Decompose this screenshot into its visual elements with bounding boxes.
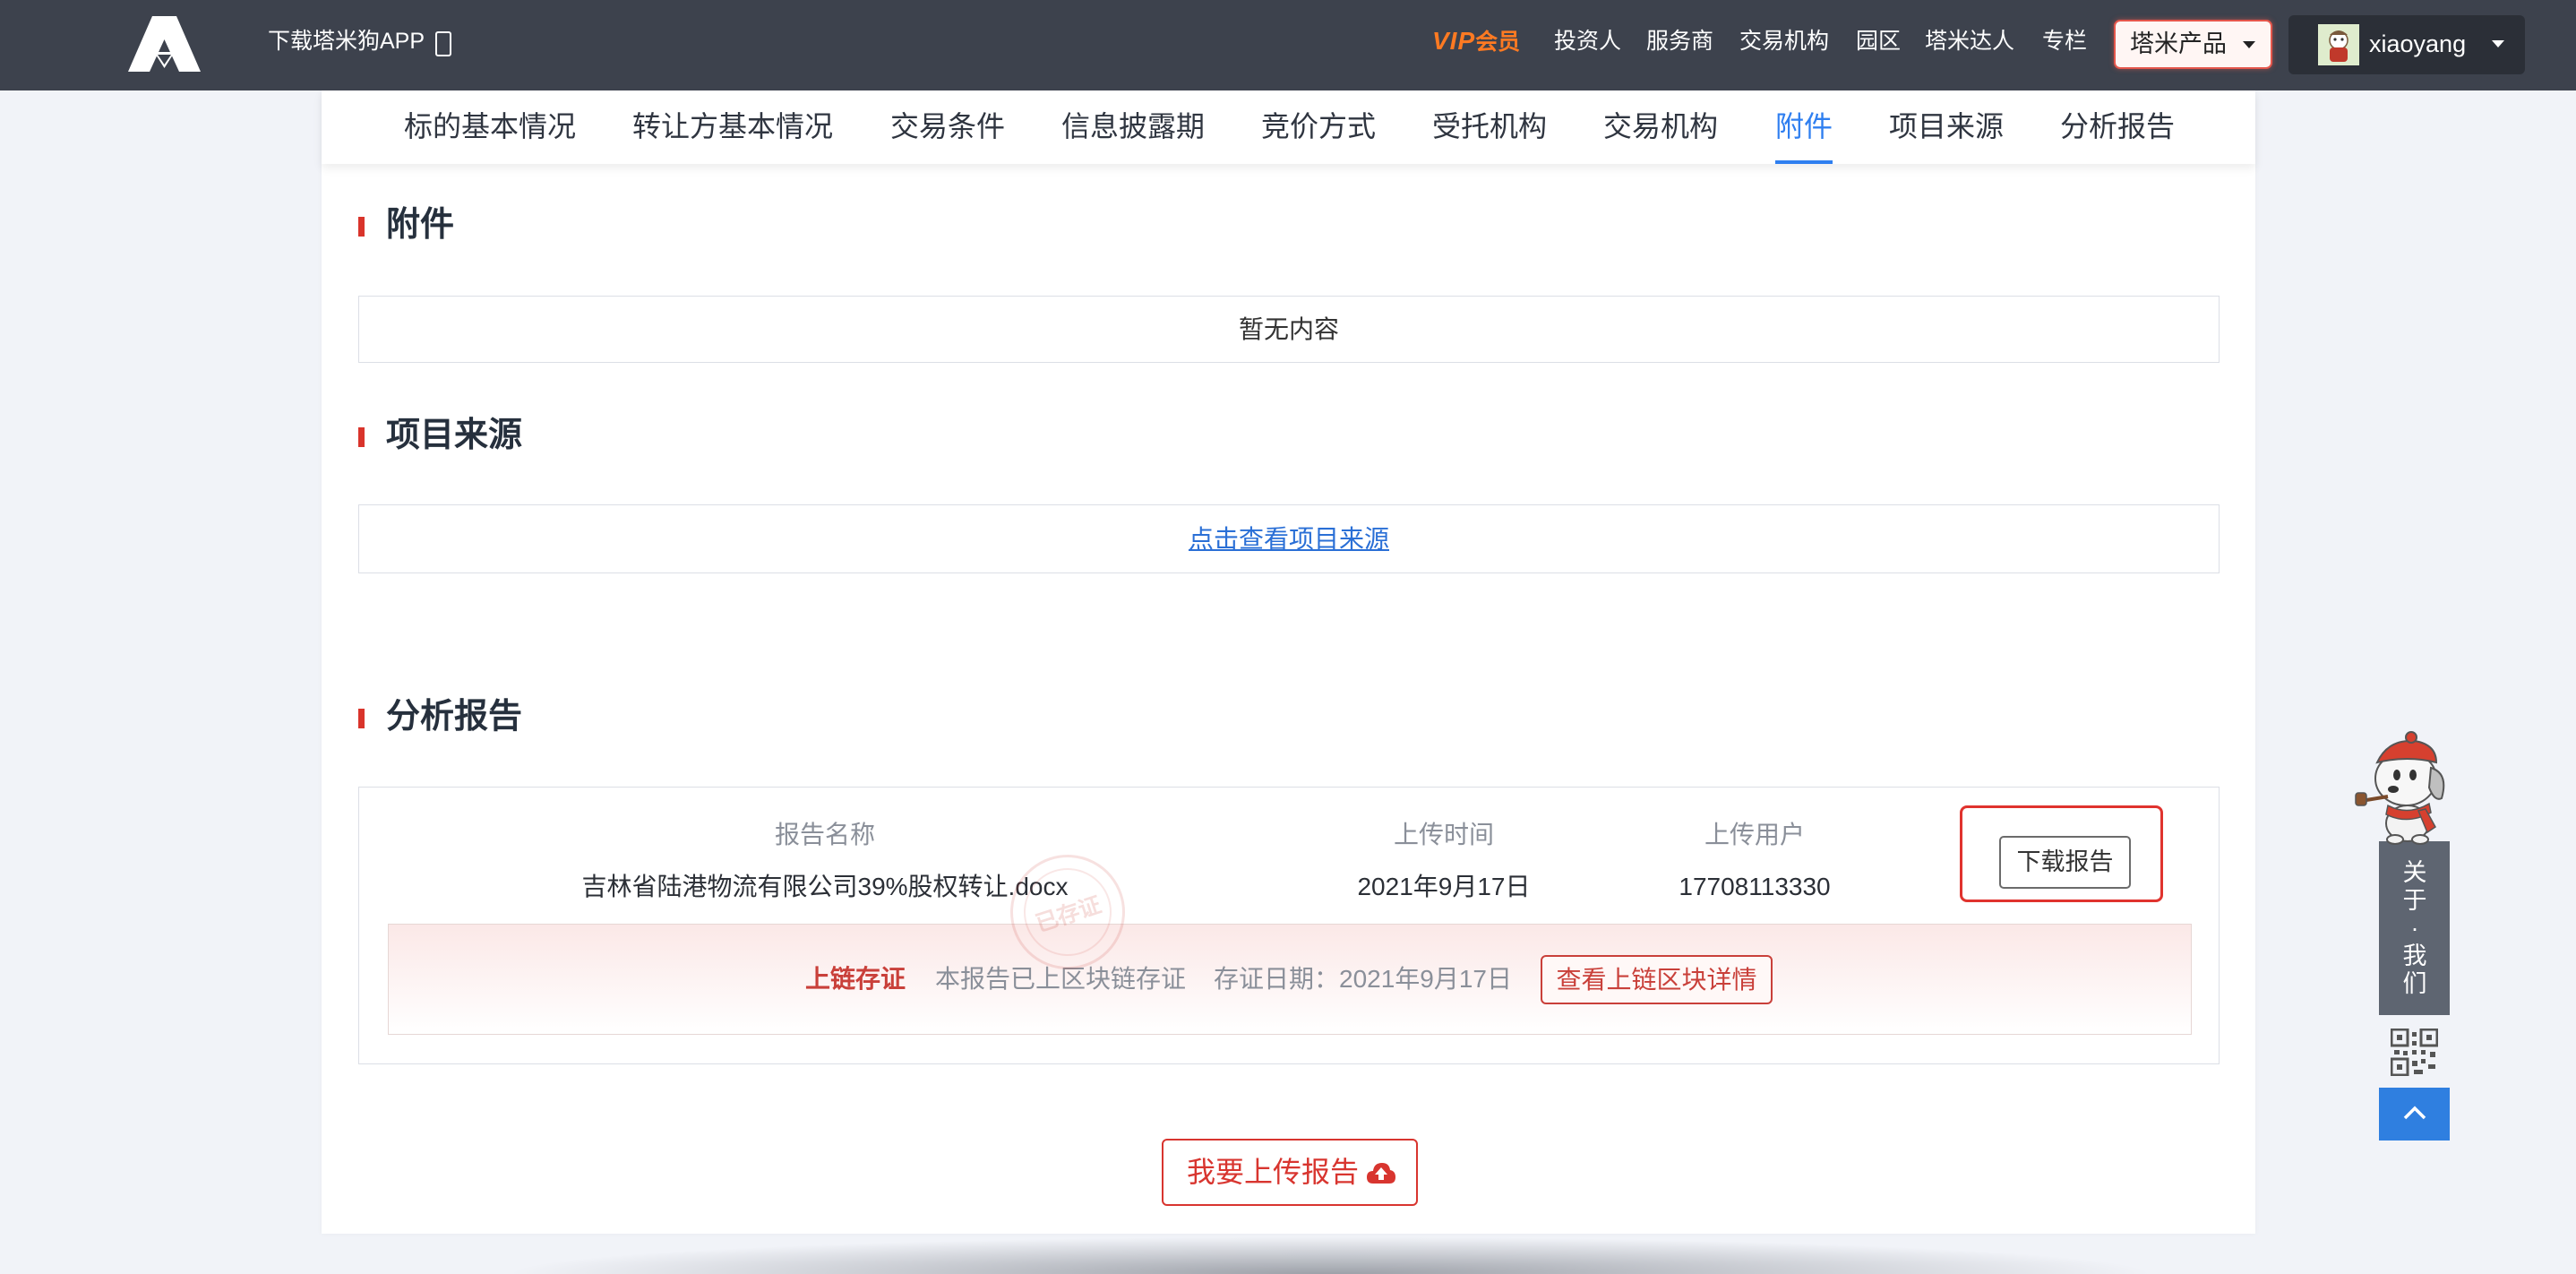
upload-report-button[interactable]: 我要上传报告: [1162, 1139, 1418, 1206]
tab-analysis-report[interactable]: 分析报告: [2060, 90, 2175, 162]
blockchain-title: 上链存证: [805, 965, 906, 993]
products-dropdown-button[interactable]: 塔米产品: [2114, 20, 2272, 69]
user-menu-button[interactable]: xiaoyang: [2288, 15, 2525, 74]
avatar: [2318, 24, 2359, 65]
vip-link[interactable]: VIP会员: [1432, 25, 1520, 62]
app-download-link[interactable]: 下载塔米狗APP: [268, 25, 425, 57]
cloud-upload-icon: [1367, 1163, 1395, 1184]
nav-link-columns[interactable]: 专栏: [2042, 25, 2087, 57]
tab-attachments[interactable]: 附件: [1775, 90, 1833, 162]
vip-label: 会员: [1475, 30, 1521, 55]
about-us-panel[interactable]: 关于·我们: [2379, 841, 2450, 1015]
tab-trading-institution[interactable]: 交易机构: [1603, 90, 1718, 162]
mascot-dog[interactable]: [2352, 723, 2456, 847]
blockchain-date: 存证日期：2021年9月17日: [1214, 965, 1513, 993]
back-to-top-button[interactable]: [2379, 1088, 2450, 1141]
section-tab-bar: 标的基本情况 转让方基本情况 交易条件 信息披露期 竞价方式 受托机构 交易机构…: [322, 90, 2255, 164]
upload-time-value: 2021年9月17日: [1357, 873, 1531, 900]
nav-link-parks[interactable]: 园区: [1856, 25, 1901, 57]
upload-report-label: 我要上传报告: [1187, 1156, 1360, 1188]
bottom-shadow: [502, 1236, 2159, 1274]
section-marker: [358, 427, 365, 447]
qr-code-icon[interactable]: [2391, 1029, 2438, 1076]
project-source-title: 项目来源: [386, 417, 523, 454]
view-blockchain-details-button[interactable]: 查看上链区块详情: [1541, 955, 1773, 1004]
upload-user-header: 上传用户: [1704, 821, 1805, 848]
analysis-report-title: 分析报告: [386, 698, 523, 736]
tab-subject-basics[interactable]: 标的基本情况: [404, 90, 576, 162]
caret-down-icon: [2492, 40, 2504, 47]
nav-link-service-providers[interactable]: 服务商: [1646, 25, 1713, 57]
upload-time-header: 上传时间: [1393, 821, 1494, 848]
nav-link-trading-institutions[interactable]: 交易机构: [1739, 25, 1829, 57]
attachments-empty-text: 暂无内容: [1238, 315, 1339, 343]
nav-link-investors[interactable]: 投资人: [1554, 25, 1621, 57]
chevron-up-icon: [2403, 1106, 2426, 1120]
attachments-title: 附件: [386, 206, 455, 244]
tamigou-logo-icon[interactable]: [128, 16, 201, 72]
view-project-source-link[interactable]: 点击查看项目来源: [1189, 525, 1389, 553]
tab-trustee[interactable]: 受托机构: [1432, 90, 1547, 162]
about-us-label: 关于·我们: [2402, 859, 2427, 997]
nav-link-experts[interactable]: 塔米达人: [1925, 25, 2014, 57]
top-navbar: 下载塔米狗APP VIP会员 投资人 服务商 交易机构 园区 塔米达人 专栏 塔…: [0, 0, 2576, 90]
tab-disclosure-period[interactable]: 信息披露期: [1061, 90, 1205, 162]
download-report-button[interactable]: 下载报告: [1999, 836, 2131, 889]
upload-user-value: 17708113330: [1679, 873, 1831, 900]
products-label: 塔米产品: [2130, 30, 2227, 57]
phone-icon: [435, 31, 451, 56]
caret-down-icon: [2243, 41, 2255, 48]
tab-trading-conditions[interactable]: 交易条件: [890, 90, 1005, 162]
section-marker: [358, 709, 365, 728]
tab-transferor-basics[interactable]: 转让方基本情况: [632, 90, 833, 162]
attachments-box: 暂无内容: [358, 296, 2220, 363]
report-name-header: 报告名称: [774, 821, 875, 848]
vip-prefix: VIP: [1432, 27, 1476, 55]
section-marker: [358, 217, 365, 237]
active-tab-indicator: [1775, 160, 1833, 164]
tab-project-source[interactable]: 项目来源: [1889, 90, 2004, 162]
username: xiaoyang: [2369, 30, 2467, 57]
tab-bidding-method[interactable]: 竞价方式: [1261, 90, 1376, 162]
project-source-box-inner: 点击查看项目来源: [359, 505, 2219, 572]
project-source-box: 点击查看项目来源: [358, 504, 2220, 573]
